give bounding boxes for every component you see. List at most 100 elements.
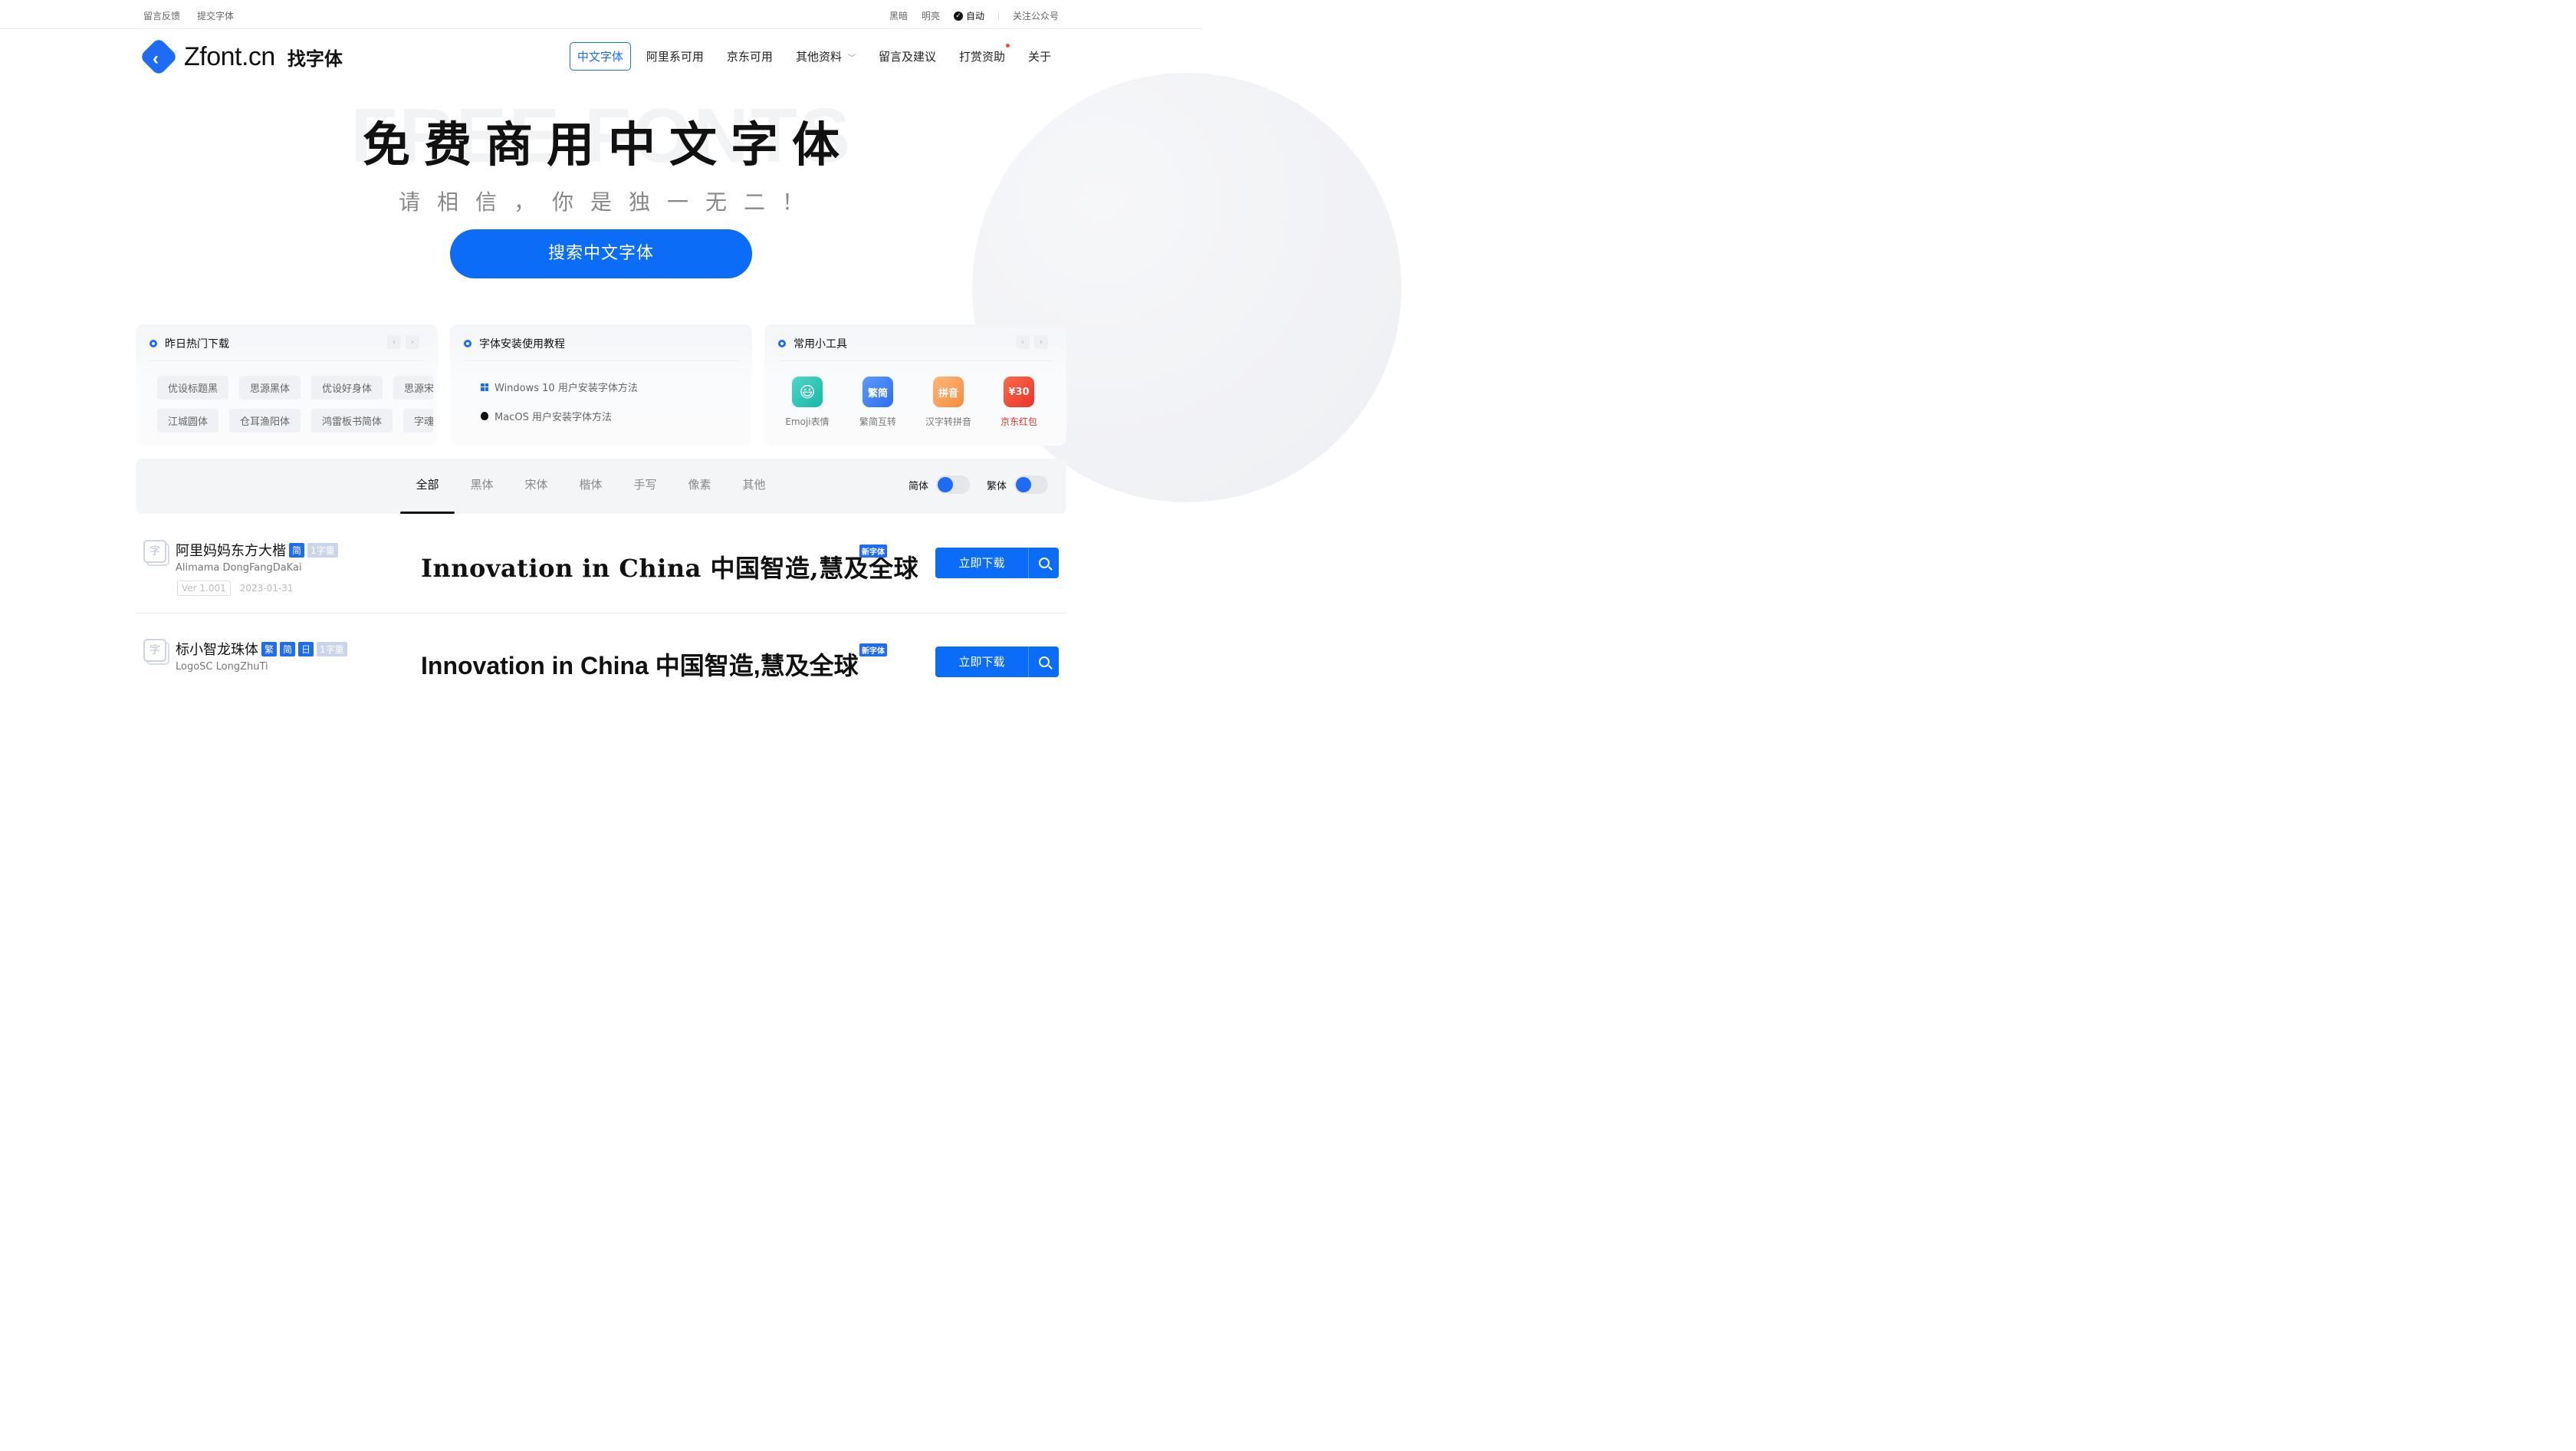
logo-icon: ‹: [139, 37, 179, 77]
header: ‹ Zfont.cn 找字体 中文字体 阿里系可用 京东可用 其他资料 ﹀ 留言及…: [0, 29, 1202, 84]
follow-wechat-link[interactable]: 关注公众号: [1013, 9, 1059, 22]
main-nav: 中文字体 阿里系可用 京东可用 其他资料 ﹀ 留言及建议 打赏资助 关于: [565, 42, 1059, 71]
prev-arrow-icon[interactable]: ‹: [387, 335, 401, 349]
traditional-toggle[interactable]: [1014, 475, 1048, 494]
tool-emoji[interactable]: 😃 Emoji表情: [784, 377, 830, 428]
new-font-badge: 新字体: [859, 643, 887, 656]
tutorial-macos-label: MacOS 用户安装字体方法: [495, 412, 612, 423]
tab-other[interactable]: 其他: [727, 459, 781, 514]
tab-heiti[interactable]: 黑体: [455, 459, 509, 514]
nav-ali-usable[interactable]: 阿里系可用: [639, 42, 711, 71]
chevron-down-icon: ﹀: [847, 54, 856, 63]
search-icon: [1038, 656, 1050, 667]
nav-donate[interactable]: 打赏资助: [951, 42, 1013, 71]
nav-other-label: 其他资料: [795, 50, 842, 64]
emoji-icon: 😃: [792, 377, 823, 407]
next-arrow-icon[interactable]: ›: [406, 335, 419, 349]
hero-title: 免费商用中文字体: [362, 117, 853, 173]
nav-jd-usable[interactable]: 京东可用: [719, 42, 780, 71]
divider: [150, 360, 424, 361]
logo-cn-text: 找字体: [287, 48, 343, 70]
hot-font-chip[interactable]: 优设标题黑: [157, 376, 229, 400]
hot-font-chips: 优设标题黑 思源黑体 优设好身体 思源宋体 江城圆体 仓耳渔阳体 鸿雷板书简体 …: [157, 376, 433, 437]
tool-label: 繁简互转: [859, 416, 896, 427]
site-logo[interactable]: ‹ Zfont.cn 找字体: [139, 37, 343, 77]
tab-all[interactable]: 全部: [400, 459, 455, 514]
apple-icon: [481, 412, 488, 420]
tool-pinyin[interactable]: 拼音 汉字转拼音: [925, 377, 971, 428]
font-row: 字 阿里妈妈东方大楷 简 1字重 Alimama DongFangDaKai V…: [136, 515, 1066, 614]
hot-font-chip[interactable]: 仓耳渔阳体: [229, 409, 301, 433]
tool-label: Emoji表情: [785, 416, 830, 427]
info-cards: 昨日热门下载 ‹ › 优设标题黑 思源黑体 优设好身体 思源宋体 江城圆体 仓耳…: [136, 324, 1066, 446]
top-bar: 留言反馈 提交字体 黑暗 明亮 ✓ 自动 关注公众号: [0, 0, 1202, 29]
tag-weight: 1字重: [317, 641, 347, 656]
card-title: 昨日热门下载: [165, 338, 229, 350]
hot-font-chip[interactable]: 字魂: [403, 409, 433, 433]
tab-kaiti[interactable]: 楷体: [564, 459, 618, 514]
download-group: 立即下载: [935, 647, 1059, 677]
tag-japanese: 日: [298, 641, 314, 656]
tools-card: 常用小工具 ‹ › 😃 Emoji表情 繁简 繁简互转 拼音 汉字转拼音 ¥30…: [764, 324, 1066, 446]
theme-light-option[interactable]: 明亮: [922, 9, 940, 22]
nav-chinese-fonts[interactable]: 中文字体: [569, 42, 631, 71]
preview-search-button[interactable]: [1028, 647, 1059, 677]
tutorial-windows-link[interactable]: Windows 10 用户安装字体方法: [481, 380, 638, 394]
nav-feedback[interactable]: 留言及建议: [871, 42, 944, 71]
bullet-icon: [150, 340, 157, 347]
tab-handwriting[interactable]: 手写: [618, 459, 672, 514]
font-file-icon: 字: [143, 540, 169, 566]
tag-simplified: 简: [289, 542, 305, 558]
font-title: 阿里妈妈东方大楷 简 1字重: [176, 540, 338, 560]
search-fonts-button[interactable]: 搜索中文字体: [450, 229, 752, 278]
card-title: 常用小工具: [794, 338, 847, 350]
windows-icon: [481, 383, 488, 391]
download-group: 立即下载: [935, 548, 1059, 578]
download-button[interactable]: 立即下载: [935, 548, 1028, 578]
feedback-link[interactable]: 留言反馈: [143, 9, 180, 22]
theme-auto-option[interactable]: ✓ 自动: [953, 9, 984, 22]
convert-icon: 繁简: [863, 377, 893, 407]
divider: [778, 360, 1053, 361]
next-arrow-icon[interactable]: ›: [1034, 335, 1048, 349]
font-row: 字 标小智龙珠体 繁 简 日 1字重 LogoSC LongZhuTi Inno…: [136, 614, 1066, 684]
simplified-label: 简体: [908, 480, 928, 492]
prev-arrow-icon[interactable]: ‹: [1016, 335, 1030, 349]
hot-font-chip[interactable]: 思源宋体: [393, 376, 433, 400]
card-title: 字体安装使用教程: [479, 338, 565, 350]
font-preview: Innovation in China 中国智造,慧及全球: [421, 554, 919, 583]
theme-dark-option[interactable]: 黑暗: [889, 9, 908, 22]
simplified-toggle[interactable]: [935, 475, 970, 494]
tool-label: 京东红包: [1000, 416, 1037, 427]
tab-songti[interactable]: 宋体: [509, 459, 564, 514]
nav-other-resources[interactable]: 其他资料 ﹀: [788, 42, 863, 71]
tutorial-windows-label: Windows 10 用户安装字体方法: [495, 383, 638, 394]
download-button[interactable]: 立即下载: [935, 647, 1028, 677]
font-english-name: Alimama DongFangDaKai: [176, 562, 302, 574]
tutorial-macos-link[interactable]: MacOS 用户安装字体方法: [481, 409, 612, 423]
divider: [997, 11, 999, 21]
category-tab-bar: 全部 黑体 宋体 楷体 手写 像素 其他 简体 繁体: [136, 459, 1066, 514]
bullet-icon: [464, 340, 472, 347]
font-name-link[interactable]: 阿里妈妈东方大楷: [176, 540, 286, 560]
hero-slogan: 请相信，你是独一无二！: [398, 189, 820, 215]
font-preview: Innovation in China 中国智造,慧及全球: [421, 652, 859, 679]
new-font-badge: 新字体: [859, 545, 887, 558]
font-name-link[interactable]: 标小智龙珠体: [176, 639, 258, 659]
submit-font-link[interactable]: 提交字体: [197, 9, 234, 22]
tag-weight: 1字重: [307, 542, 338, 558]
check-icon: ✓: [953, 11, 963, 21]
tool-jd-redpacket[interactable]: ¥30 京东红包: [996, 377, 1042, 428]
tag-traditional: 繁: [261, 641, 278, 656]
tab-pixel[interactable]: 像素: [672, 459, 727, 514]
nav-about[interactable]: 关于: [1020, 42, 1059, 71]
tag-simplified: 简: [280, 641, 296, 656]
hot-font-chip[interactable]: 优设好身体: [311, 376, 383, 400]
divider: [464, 360, 738, 361]
hot-font-chip[interactable]: 江城圆体: [157, 409, 219, 433]
tool-convert[interactable]: 繁简 繁简互转: [855, 377, 901, 428]
tool-label: 汉字转拼音: [925, 416, 972, 427]
hot-font-chip[interactable]: 思源黑体: [239, 376, 301, 400]
hot-font-chip[interactable]: 鸿雷板书简体: [311, 409, 393, 433]
preview-search-button[interactable]: [1028, 548, 1059, 578]
